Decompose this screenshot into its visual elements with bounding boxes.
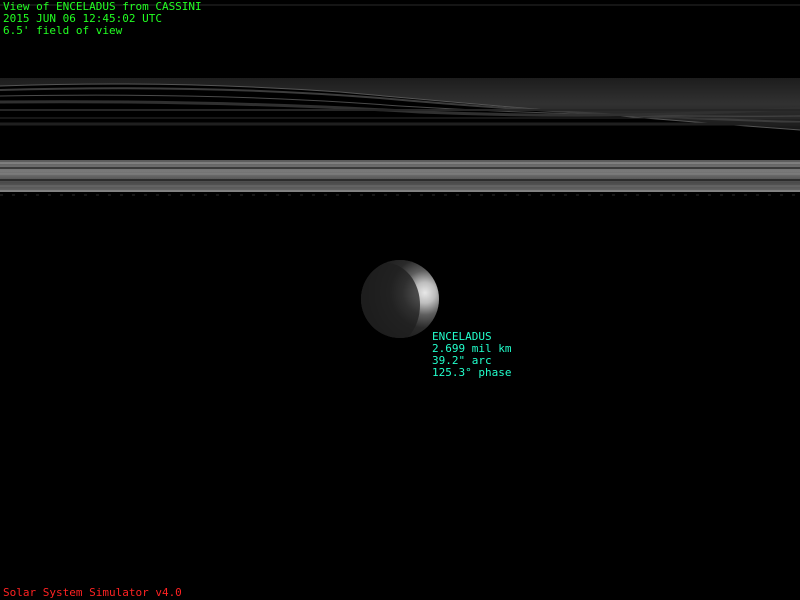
target-info-block: ENCELADUS 2.699 mil km 39.2" arc 125.3° … bbox=[432, 331, 511, 379]
target-phase: 125.3° phase bbox=[432, 366, 512, 379]
saturn-rings-lower bbox=[0, 160, 800, 196]
view-info-block: View of ENCELADUS from CASSINI 2015 JUN … bbox=[3, 1, 202, 37]
app-name: Solar System Simulator v4.0 bbox=[3, 586, 182, 599]
sky-view bbox=[0, 0, 800, 600]
app-credit: Solar System Simulator v4.0 bbox=[3, 587, 182, 599]
field-of-view: 6.5' field of view bbox=[3, 24, 123, 37]
